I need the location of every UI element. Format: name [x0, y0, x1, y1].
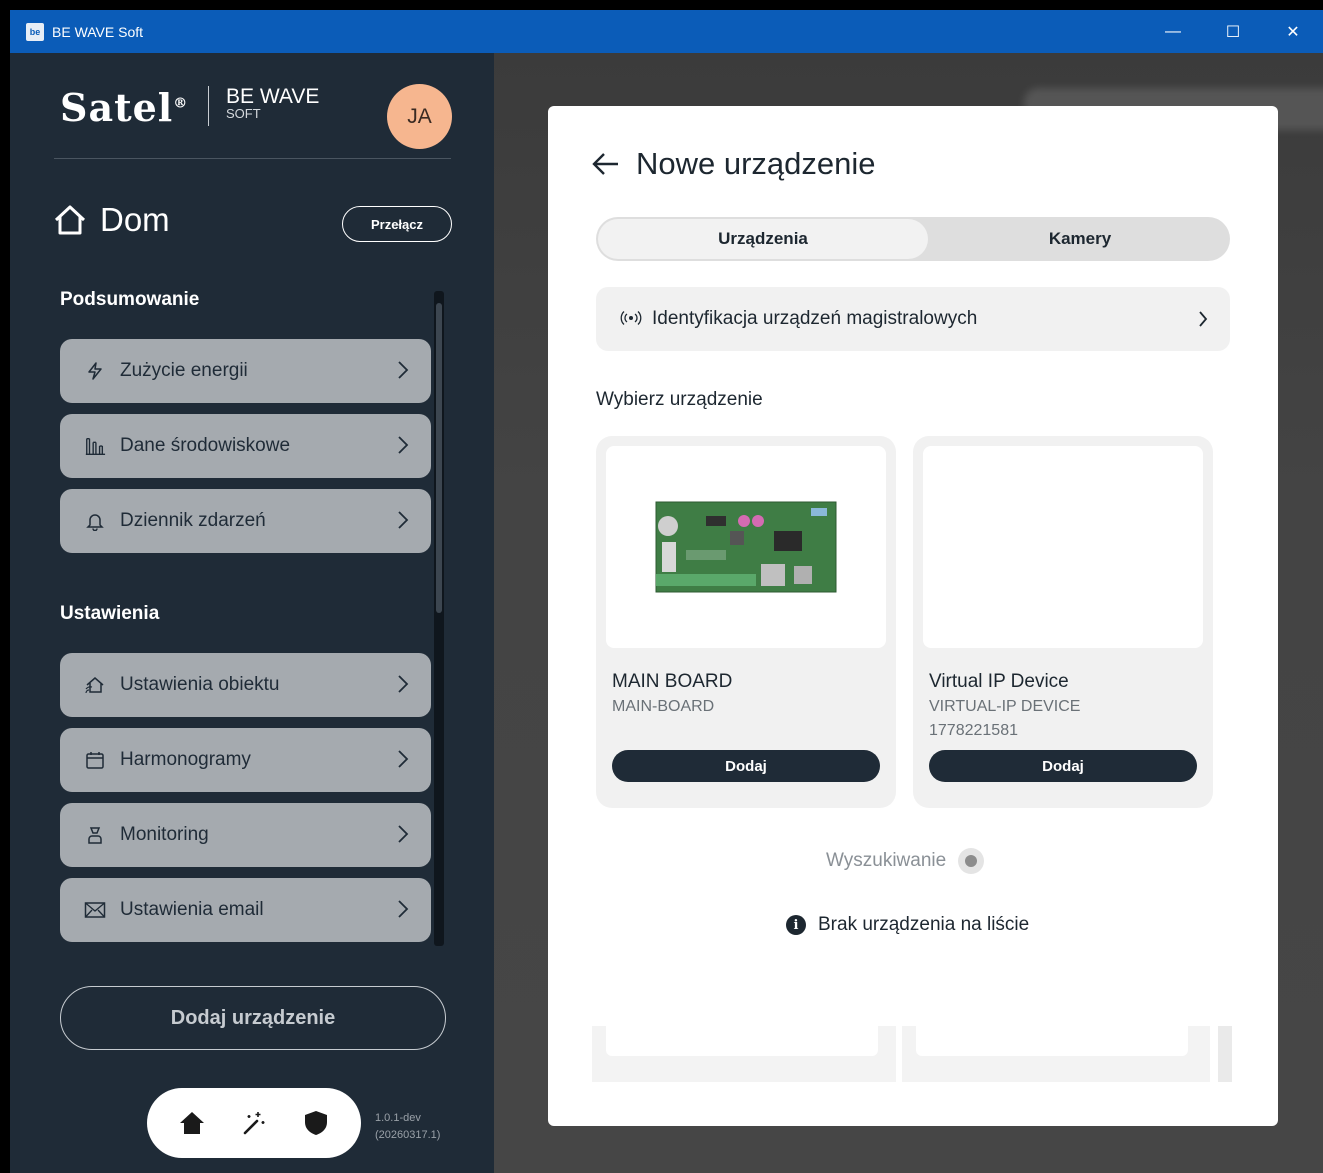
location-header: Dom	[52, 201, 170, 239]
satel-logo: Satel®	[60, 85, 189, 130]
menu-item-label: Dziennik zdarzeń	[120, 510, 266, 531]
tab-cameras[interactable]: Kamery	[930, 217, 1230, 261]
device-list-scrollbar[interactable]	[1218, 1026, 1232, 1082]
choose-device-label: Wybierz urządzenie	[596, 389, 763, 410]
broadcast-icon	[620, 310, 642, 329]
new-device-dialog: Nowe urządzenie Urządzenia Kamery Identy…	[548, 106, 1278, 1126]
chevron-right-icon	[398, 900, 409, 918]
settings-section-title: Ustawienia	[60, 603, 160, 624]
device-missing-link[interactable]: i Brak urządzenia na liście	[786, 914, 1029, 936]
calendar-icon	[84, 749, 106, 771]
next-row-cards	[592, 1026, 1232, 1082]
list-item	[592, 1026, 896, 1082]
menu-item-label: Dane środowiskowe	[120, 435, 291, 456]
searching-status: Wyszukiwanie	[826, 848, 985, 874]
person-icon	[84, 824, 106, 846]
chevron-right-icon	[398, 361, 409, 379]
dialog-header: Nowe urządzenie	[590, 146, 876, 182]
device-missing-label: Brak urządzenia na liście	[818, 914, 1030, 935]
app-version: 1.0.1-dev (20260317.1)	[375, 1110, 440, 1143]
sidebar-scroll-thumb[interactable]	[436, 303, 442, 613]
device-name: MAIN BOARD	[612, 671, 733, 692]
chevron-right-icon	[398, 675, 409, 693]
version-build: (20260317.1)	[375, 1128, 441, 1141]
device-serial: 1778221581	[929, 722, 1018, 739]
user-avatar[interactable]: JA	[387, 84, 452, 149]
menu-item-label: Ustawienia email	[120, 899, 264, 920]
product-subname: SOFT	[226, 106, 261, 121]
lightning-icon	[84, 360, 106, 382]
product-name: BE WAVE	[226, 85, 320, 108]
menu-item-label: Zużycie energii	[120, 360, 248, 381]
envelope-icon	[84, 899, 106, 921]
device-image-box	[606, 1026, 878, 1056]
device-model: VIRTUAL-IP DEVICE	[929, 698, 1081, 715]
device-card-virtual-ip[interactable]: Virtual IP Device VIRTUAL-IP DEVICE 1778…	[913, 436, 1213, 808]
menu-item-label: Monitoring	[120, 824, 209, 845]
menu-item-email-settings[interactable]: Ustawienia email	[60, 878, 431, 942]
device-model: MAIN-BOARD	[612, 698, 715, 715]
summary-section-title: Podsumowanie	[60, 289, 200, 310]
chevron-right-icon	[1199, 311, 1208, 327]
version-number: 1.0.1-dev	[375, 1112, 421, 1124]
device-image-box	[606, 446, 886, 648]
menu-item-monitoring[interactable]: Monitoring	[60, 803, 431, 867]
logo-separator	[208, 86, 209, 126]
close-button[interactable]: ✕	[1263, 10, 1323, 53]
bottom-nav	[147, 1088, 361, 1158]
home-icon[interactable]	[175, 1106, 209, 1140]
menu-item-schedules[interactable]: Harmonogramy	[60, 728, 431, 792]
device-image-box	[923, 446, 1203, 648]
device-name: Virtual IP Device	[929, 671, 1069, 692]
dialog-title: Nowe urządzenie	[636, 146, 876, 181]
searching-spinner-icon	[958, 848, 985, 874]
logo-text: Satel	[60, 85, 174, 130]
home-outline-icon	[54, 205, 86, 235]
menu-item-environment[interactable]: Dane środowiskowe	[60, 414, 431, 478]
shield-icon[interactable]	[299, 1106, 333, 1140]
device-image-box	[916, 1026, 1188, 1056]
menu-item-label: Ustawienia obiektu	[120, 674, 280, 695]
maximize-button[interactable]: ☐	[1203, 10, 1263, 53]
searching-label: Wyszukiwanie	[826, 850, 947, 871]
list-item	[902, 1026, 1210, 1082]
window-title: BE WAVE Soft	[52, 23, 144, 40]
title-bar: be BE WAVE Soft — ☐ ✕	[10, 10, 1323, 53]
add-device-card-button[interactable]: Dodaj	[929, 750, 1197, 782]
menu-item-object-settings[interactable]: Ustawienia obiektu	[60, 653, 431, 717]
minimize-button[interactable]: —	[1143, 10, 1203, 53]
switch-location-button[interactable]: Przełącz	[342, 206, 452, 242]
chevron-right-icon	[398, 436, 409, 454]
device-type-tabs: Urządzenia Kamery	[596, 217, 1230, 261]
bar-chart-icon	[84, 435, 106, 457]
device-card-main-board[interactable]: MAIN BOARD MAIN-BOARD Dodaj	[596, 436, 896, 808]
bus-identification-row[interactable]: Identyfikacja urządzeń magistralowych	[596, 287, 1230, 351]
menu-item-energy[interactable]: Zużycie energii	[60, 339, 431, 403]
bell-icon	[84, 510, 106, 532]
app-window: be BE WAVE Soft — ☐ ✕ Satel® BE WAVE SOF…	[10, 10, 1323, 1173]
sidebar: Satel® BE WAVE SOFT JA Dom Przełącz Pods…	[10, 53, 494, 1173]
app-icon: be	[26, 22, 44, 41]
circuit-board-image	[655, 501, 837, 593]
info-icon: i	[786, 915, 806, 935]
chevron-right-icon	[398, 511, 409, 529]
bus-identification-label: Identyfikacja urządzeń magistralowych	[652, 308, 978, 329]
back-arrow-icon[interactable]	[590, 148, 622, 180]
divider	[54, 158, 451, 159]
add-device-card-button[interactable]: Dodaj	[612, 750, 880, 782]
menu-item-event-log[interactable]: Dziennik zdarzeń	[60, 489, 431, 553]
magic-wand-icon[interactable]	[237, 1106, 271, 1140]
house-settings-icon	[84, 674, 106, 696]
location-name: Dom	[100, 201, 170, 238]
chevron-right-icon	[398, 825, 409, 843]
product-logo: BE WAVE SOFT	[226, 86, 319, 120]
add-device-button[interactable]: Dodaj urządzenie	[60, 986, 446, 1050]
chevron-right-icon	[398, 750, 409, 768]
menu-item-label: Harmonogramy	[120, 749, 251, 770]
tab-devices[interactable]: Urządzenia	[598, 219, 928, 259]
